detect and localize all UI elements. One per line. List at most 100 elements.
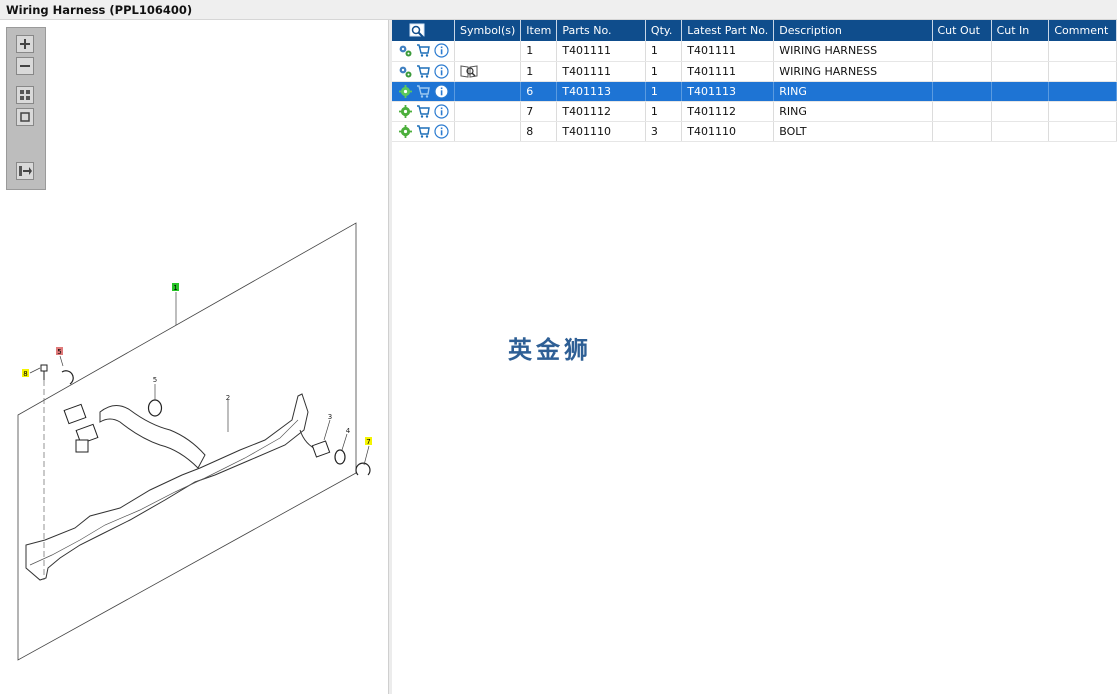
description-cell: WIRING HARNESS bbox=[773, 61, 933, 82]
cut-in-cell bbox=[991, 41, 1050, 62]
gears-icon[interactable] bbox=[398, 43, 413, 58]
fit-grid-button[interactable] bbox=[16, 86, 34, 104]
connector-a bbox=[63, 403, 87, 425]
table-row[interactable]: 7 T401112 1 T401112 RING bbox=[392, 101, 1117, 122]
part-no-cell: T401113 bbox=[556, 81, 646, 102]
ring-7 bbox=[355, 462, 371, 476]
search-icon bbox=[409, 23, 425, 38]
diagram-toolbox bbox=[6, 27, 46, 190]
latest-part-cell: T401113 bbox=[681, 81, 775, 102]
actual-size-button[interactable] bbox=[16, 108, 34, 126]
table-row[interactable]: 1 T401111 1 T401111 WIRING HARNESS bbox=[392, 61, 1117, 82]
bolt-8 bbox=[40, 364, 48, 372]
callout-3[interactable]: 3 bbox=[328, 413, 332, 421]
header-comment[interactable]: Comment bbox=[1048, 20, 1117, 41]
callout-7[interactable]: 7 bbox=[366, 438, 370, 446]
qty-cell: 3 bbox=[645, 121, 683, 142]
symbol-cell bbox=[454, 41, 522, 62]
info-icon[interactable] bbox=[434, 63, 449, 79]
parts-table: Symbol(s) Item Parts No. Qty. Latest Par… bbox=[392, 20, 1117, 142]
cut-in-cell bbox=[991, 121, 1050, 142]
cut-out-cell bbox=[932, 61, 992, 82]
header-icon-column[interactable] bbox=[392, 20, 455, 41]
latest-part-cell: T401112 bbox=[681, 101, 775, 122]
header-symbols[interactable]: Symbol(s) bbox=[454, 20, 522, 41]
comment-cell bbox=[1048, 41, 1117, 62]
cut-out-cell bbox=[932, 41, 992, 62]
symbol-cell bbox=[454, 101, 522, 122]
fit-grid-icon bbox=[20, 90, 30, 100]
diagram-pane[interactable]: 1 5 8 7 5 2 3 4 bbox=[0, 20, 389, 694]
cut-in-cell bbox=[991, 101, 1050, 122]
info-icon[interactable] bbox=[434, 43, 449, 58]
callout-1[interactable]: 1 bbox=[173, 284, 177, 292]
description-cell: BOLT bbox=[773, 121, 933, 142]
qty-cell: 1 bbox=[645, 81, 683, 102]
description-cell: RING bbox=[773, 101, 933, 122]
info-icon[interactable] bbox=[434, 123, 449, 139]
callout-4[interactable]: 4 bbox=[346, 427, 351, 435]
book-icon[interactable] bbox=[460, 64, 478, 78]
cut-out-cell bbox=[932, 121, 992, 142]
cut-in-cell bbox=[991, 81, 1050, 102]
ring-5 bbox=[147, 399, 163, 417]
callout-5[interactable]: 5 bbox=[153, 376, 157, 384]
header-cut-in[interactable]: Cut In bbox=[991, 20, 1050, 41]
parts-list-pane: Symbol(s) Item Parts No. Qty. Latest Par… bbox=[392, 20, 1117, 694]
info-icon[interactable] bbox=[434, 83, 449, 99]
cart-icon[interactable] bbox=[416, 43, 431, 58]
gears-icon[interactable] bbox=[398, 64, 413, 79]
header-parts-no[interactable]: Parts No. bbox=[556, 20, 646, 41]
qty-cell: 1 bbox=[645, 101, 683, 122]
export-icon bbox=[19, 166, 32, 176]
zoom-in-icon bbox=[20, 39, 30, 49]
latest-part-cell: T401111 bbox=[681, 61, 775, 82]
cart-icon[interactable] bbox=[416, 64, 431, 79]
callout-8[interactable]: 8 bbox=[23, 370, 27, 378]
item-cell: 1 bbox=[520, 61, 558, 82]
item-cell: 7 bbox=[520, 101, 558, 122]
item-cell: 6 bbox=[520, 81, 558, 102]
cut-in-cell bbox=[991, 61, 1050, 82]
window-title: Wiring Harness (PPL106400) bbox=[0, 0, 1117, 20]
header-qty[interactable]: Qty. bbox=[645, 20, 683, 41]
gear-icon[interactable] bbox=[398, 84, 413, 99]
qty-cell: 1 bbox=[645, 61, 683, 82]
symbol-cell[interactable] bbox=[454, 61, 522, 82]
description-cell: RING bbox=[773, 81, 933, 102]
zoom-out-icon bbox=[20, 65, 30, 67]
wiring-harness-diagram: 1 5 8 7 5 2 3 4 bbox=[17, 222, 372, 661]
symbol-cell bbox=[454, 81, 522, 102]
latest-part-cell: T401111 bbox=[681, 41, 775, 62]
header-cut-out[interactable]: Cut Out bbox=[932, 20, 992, 41]
zoom-in-button[interactable] bbox=[16, 35, 34, 53]
qty-cell: 1 bbox=[645, 41, 683, 62]
header-item[interactable]: Item bbox=[520, 20, 558, 41]
description-cell: WIRING HARNESS bbox=[773, 41, 933, 62]
table-row[interactable]: 1 T401111 1 T401111 WIRING HARNESS bbox=[392, 41, 1117, 62]
comment-cell bbox=[1048, 81, 1117, 102]
header-latest-part-no[interactable]: Latest Part No. bbox=[681, 20, 775, 41]
info-icon[interactable] bbox=[434, 103, 449, 119]
cart-icon[interactable] bbox=[416, 124, 431, 139]
table-row-selected[interactable]: 6 T401113 1 T401113 RING bbox=[392, 81, 1117, 102]
item-cell: 1 bbox=[520, 41, 558, 62]
comment-cell bbox=[1048, 121, 1117, 142]
gear-icon[interactable] bbox=[398, 124, 413, 139]
cart-icon[interactable] bbox=[416, 84, 431, 99]
cart-icon[interactable] bbox=[416, 104, 431, 119]
table-row[interactable]: 8 T401110 3 T401110 BOLT bbox=[392, 121, 1117, 142]
comment-cell bbox=[1048, 61, 1117, 82]
header-description[interactable]: Description bbox=[773, 20, 933, 41]
harness-inner-line bbox=[29, 419, 299, 566]
actual-size-icon bbox=[20, 112, 30, 122]
callout-5-highlight[interactable]: 5 bbox=[57, 348, 61, 356]
callout-2[interactable]: 2 bbox=[226, 394, 230, 402]
zoom-out-button[interactable] bbox=[16, 57, 34, 75]
gear-icon[interactable] bbox=[398, 104, 413, 119]
diagram-frame bbox=[17, 222, 357, 661]
export-button[interactable] bbox=[16, 162, 34, 180]
cut-out-cell bbox=[932, 101, 992, 122]
watermark-text: 英金狮 bbox=[508, 335, 592, 364]
symbol-cell bbox=[454, 121, 522, 142]
